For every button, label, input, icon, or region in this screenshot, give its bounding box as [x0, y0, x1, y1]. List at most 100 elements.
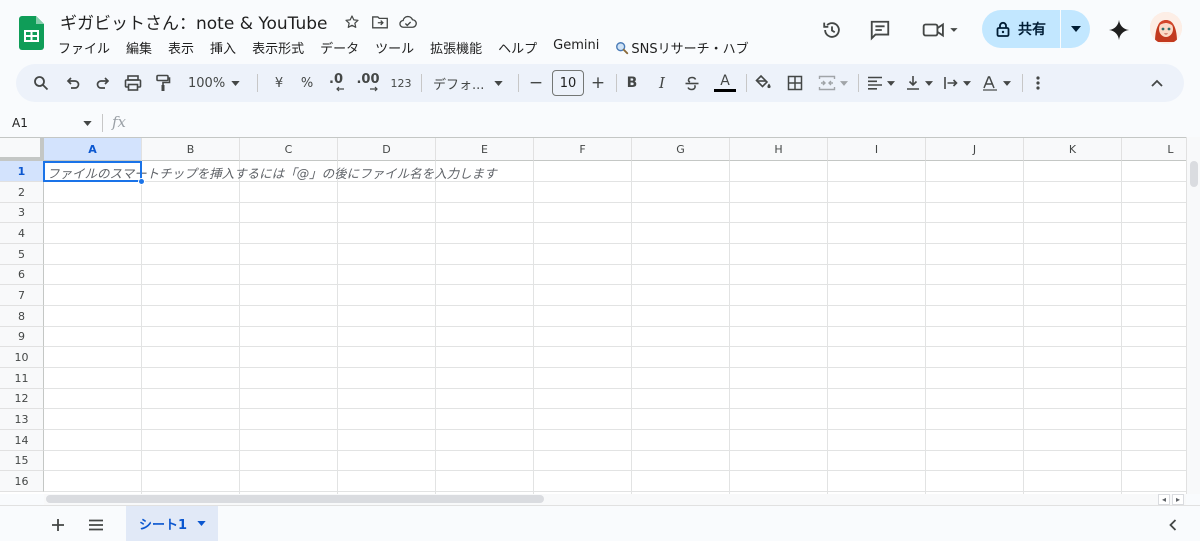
column-header-a[interactable]: A [44, 138, 142, 161]
share-dropdown-button[interactable] [1061, 10, 1090, 48]
bold-button[interactable]: B [622, 71, 642, 95]
caret-down-icon [197, 521, 206, 526]
row-header-8[interactable]: 8 [0, 306, 44, 327]
undo-icon[interactable] [62, 71, 84, 95]
row-header-5[interactable]: 5 [0, 244, 44, 265]
vertical-scrollbar[interactable] [1186, 137, 1200, 494]
row-header-14[interactable]: 14 [0, 430, 44, 451]
sheets-logo-icon[interactable] [19, 16, 44, 50]
increase-decimal-button[interactable]: .00 [354, 71, 382, 95]
row-header-9[interactable]: 9 [0, 327, 44, 347]
currency-format-button[interactable]: ¥ [270, 71, 288, 95]
zoom-select[interactable]: 100% [184, 71, 248, 95]
explore-chevron-left-icon[interactable] [1162, 514, 1184, 536]
vertical-align-icon[interactable] [902, 71, 936, 95]
row-header-13[interactable]: 13 [0, 409, 44, 430]
column-header-h[interactable]: H [730, 138, 828, 161]
text-wrapping-icon[interactable] [940, 71, 974, 95]
font-size-input[interactable]: 10 [552, 70, 584, 96]
font-family-select[interactable]: デフォ... [430, 71, 510, 95]
menu-help[interactable]: ヘルプ [490, 36, 545, 59]
horizontal-align-icon[interactable] [864, 71, 898, 95]
column-header-g[interactable]: G [632, 138, 730, 161]
user-avatar[interactable] [1150, 12, 1182, 44]
decrease-font-size-button[interactable]: − [526, 71, 546, 95]
menu-tools[interactable]: ツール [367, 36, 422, 59]
paint-format-icon[interactable] [152, 71, 174, 95]
comments-icon[interactable] [868, 18, 892, 42]
menu-extensions[interactable]: 拡張機能 [422, 36, 490, 59]
borders-icon[interactable] [784, 71, 806, 95]
fill-handle[interactable] [138, 178, 145, 185]
column-header-e[interactable]: E [436, 138, 534, 161]
menu-insert[interactable]: 挿入 [202, 36, 244, 59]
column-header-d[interactable]: D [338, 138, 436, 161]
horizontal-scrollbar[interactable] [44, 494, 1186, 505]
document-title[interactable]: ギガビットさん：note & YouTube [60, 9, 328, 34]
gemini-sparkle-icon[interactable] [1107, 18, 1131, 42]
merge-cells-icon[interactable] [814, 71, 852, 95]
row-header-3[interactable]: 3 [0, 203, 44, 223]
collapse-menus-icon[interactable] [1146, 71, 1168, 95]
row-header-4[interactable]: 4 [0, 223, 44, 244]
row-header-10[interactable]: 10 [0, 347, 44, 368]
menu-file[interactable]: ファイル [50, 36, 118, 59]
row-header-2[interactable]: 2 [0, 182, 44, 203]
text-color-button[interactable]: A [711, 71, 739, 95]
menu-format[interactable]: 表示形式 [244, 36, 312, 59]
menu-gemini[interactable]: Gemini [545, 36, 607, 59]
horizontal-scroll-thumb[interactable] [46, 495, 544, 503]
all-sheets-icon[interactable] [85, 514, 107, 536]
scroll-left-arrow-icon[interactable]: ◂ [1158, 494, 1170, 505]
menu-data[interactable]: データ [312, 36, 367, 59]
decrease-decimal-button[interactable]: .0 [324, 71, 348, 95]
row-header-6[interactable]: 6 [0, 265, 44, 285]
strikethrough-icon[interactable] [682, 71, 702, 95]
row-header-11[interactable]: 11 [0, 368, 44, 389]
share-button[interactable]: 共有 [982, 10, 1060, 48]
row-header-7[interactable]: 7 [0, 285, 44, 306]
active-cell-a1[interactable] [43, 161, 142, 182]
row-header-1[interactable]: 1 [0, 161, 44, 182]
version-history-icon[interactable] [820, 18, 844, 42]
select-all-corner[interactable] [0, 138, 44, 161]
arrow-right-icon [370, 86, 378, 92]
cloud-saved-icon[interactable] [398, 12, 418, 32]
toolbar-divider [421, 74, 422, 92]
star-icon[interactable] [342, 12, 362, 32]
grid-line [1023, 161, 1024, 494]
menu-edit[interactable]: 編集 [118, 36, 160, 59]
redo-icon[interactable] [92, 71, 114, 95]
text-rotation-icon[interactable] [978, 71, 1014, 95]
fill-color-icon[interactable] [752, 71, 774, 95]
print-icon[interactable] [122, 71, 144, 95]
column-header-f[interactable]: F [534, 138, 632, 161]
more-options-icon[interactable] [1030, 71, 1046, 95]
sheet-tab-active[interactable]: シート1 [126, 506, 218, 541]
menu-sns-research-hub[interactable]: SNSリサーチ・ハブ [607, 36, 756, 59]
row-header-12[interactable]: 12 [0, 389, 44, 409]
toolbar-divider [257, 74, 258, 92]
name-box[interactable]: A1 [0, 110, 100, 136]
column-header-b[interactable]: B [142, 138, 240, 161]
more-formats-button[interactable]: 123 [388, 71, 414, 95]
arrow-left-icon [336, 86, 344, 92]
add-sheet-icon[interactable] [47, 514, 69, 536]
italic-button[interactable]: I [652, 71, 672, 95]
meet-video-icon[interactable] [920, 18, 964, 42]
column-header-k[interactable]: K [1024, 138, 1122, 161]
column-header-j[interactable]: J [926, 138, 1024, 161]
move-to-folder-icon[interactable] [370, 12, 390, 32]
column-header-i[interactable]: I [828, 138, 926, 161]
menu-view[interactable]: 表示 [160, 36, 202, 59]
vertical-scroll-thumb[interactable] [1190, 161, 1198, 187]
row-header-15[interactable]: 15 [0, 451, 44, 471]
search-menus-icon[interactable] [30, 71, 52, 95]
increase-font-size-button[interactable]: + [588, 71, 608, 95]
share-label: 共有 [1018, 22, 1046, 38]
scroll-right-arrow-icon[interactable]: ▸ [1172, 494, 1184, 505]
column-header-c[interactable]: C [240, 138, 338, 161]
percent-format-button[interactable]: % [298, 71, 316, 95]
formula-input[interactable] [136, 112, 1186, 134]
row-header-16[interactable]: 16 [0, 471, 44, 492]
